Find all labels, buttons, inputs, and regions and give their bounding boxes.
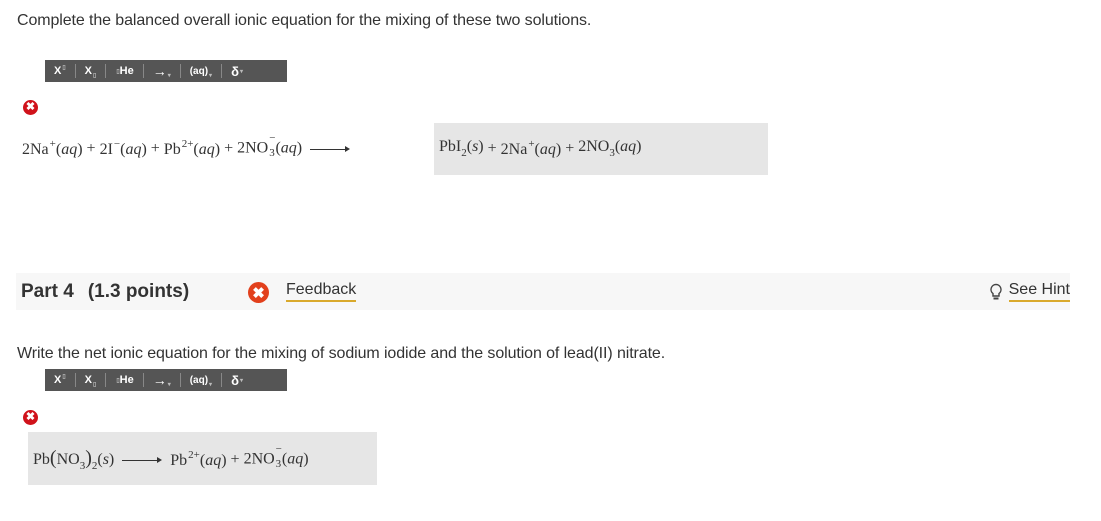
reactant-i: 2I−(aq) xyxy=(99,138,147,158)
superscript-label: X xyxy=(54,374,62,386)
dropdown-icon: ▾ xyxy=(209,381,213,388)
reactant-na: 2Na+(aq) xyxy=(22,138,83,158)
part4-prompt: Write the net ionic equation for the mix… xyxy=(17,345,666,362)
reaction-arrow-icon xyxy=(310,144,351,154)
element-button[interactable]: ▯ He xyxy=(106,369,142,391)
plus-sign: + xyxy=(86,139,96,157)
element-label: He xyxy=(119,374,134,386)
superscript-label: X xyxy=(54,65,62,77)
reactant-pbno32: Pb(NO3)2(s) xyxy=(33,447,115,472)
state-label: (aq) xyxy=(189,65,209,77)
plus-sign: + xyxy=(487,139,497,157)
product-no3: 2NO3(aq) xyxy=(578,138,642,159)
reactant-pb: Pb2+(aq) xyxy=(163,138,221,158)
part3-chem-toolbar: X ▯ X ▯ ▯ He → ▾ (aq) ▾ δ ▾ xyxy=(45,60,287,82)
subscript-label: X xyxy=(84,374,92,386)
part3-reactants: 2Na+(aq) + 2I−(aq) + Pb2+(aq) + 2NO −3 (aq… xyxy=(22,131,358,159)
element-button[interactable]: ▯ He xyxy=(106,60,142,82)
arrow-button[interactable]: → ▾ xyxy=(144,369,180,391)
subscript-button[interactable]: X ▯ xyxy=(76,369,106,391)
dropdown-icon: ▾ xyxy=(239,377,243,384)
part3-prompt: Complete the balanced overall ionic equa… xyxy=(17,12,592,29)
superscript-marker-icon: ▯ xyxy=(62,64,66,71)
superscript-button[interactable]: X ▯ xyxy=(45,369,75,391)
subscript-marker-icon: ▯ xyxy=(93,72,97,79)
dropdown-icon: ▾ xyxy=(209,72,213,79)
superscript-button[interactable]: X ▯ xyxy=(45,60,75,82)
dropdown-icon: ▾ xyxy=(239,68,243,75)
arrow-label: → xyxy=(152,63,167,79)
delta-button[interactable]: δ ▾ xyxy=(222,369,252,391)
subscript-label: X xyxy=(84,65,92,77)
lightbulb-icon xyxy=(989,283,1002,299)
part3-products: PbI2(s) + 2Na+(aq) + 2NO3(aq) xyxy=(439,138,641,159)
incorrect-icon: ✖ xyxy=(23,100,38,115)
state-button[interactable]: (aq) ▾ xyxy=(181,60,221,82)
product-no3: 2NO −3 (aq) xyxy=(243,442,309,470)
plus-sign: + xyxy=(230,450,240,468)
feedback-link[interactable]: Feedback xyxy=(286,281,357,302)
subscript-button[interactable]: X ▯ xyxy=(76,60,106,82)
delta-button[interactable]: δ ▾ xyxy=(222,60,252,82)
arrow-button[interactable]: → ▾ xyxy=(144,60,180,82)
arrow-label: → xyxy=(152,372,167,388)
delta-label: δ xyxy=(231,63,239,79)
plus-sign: + xyxy=(150,139,160,157)
state-label: (aq) xyxy=(189,374,209,386)
part4-answer-field[interactable]: Pb(NO3)2(s) Pb2+(aq) + 2NO −3 (aq) xyxy=(28,432,377,485)
part4-header: Part 4 (1.3 points) ✖ Feedback See Hint xyxy=(16,273,1070,310)
subscript-marker-icon: ▯ xyxy=(93,381,97,388)
part4-chem-toolbar: X ▯ X ▯ ▯ He → ▾ (aq) ▾ δ ▾ xyxy=(45,369,287,391)
delta-label: δ xyxy=(231,372,239,388)
reactant-no3: 2NO −3 (aq) xyxy=(237,131,303,159)
dropdown-icon: ▾ xyxy=(167,72,171,79)
part4-equation: Pb(NO3)2(s) Pb2+(aq) + 2NO −3 (aq) xyxy=(33,442,309,472)
see-hint-link[interactable]: See Hint xyxy=(989,281,1070,302)
part3-answer-field[interactable]: PbI2(s) + 2Na+(aq) + 2NO3(aq) xyxy=(434,123,768,175)
plus-sign: + xyxy=(224,139,234,157)
feedback-error-icon: ✖ xyxy=(248,282,269,303)
product-pb: Pb2+(aq) xyxy=(170,449,227,469)
part4-title: Part 4 (1.3 points) xyxy=(21,281,190,302)
product-pbi2: PbI2(s) xyxy=(439,138,484,159)
element-label: He xyxy=(119,65,134,77)
plus-sign: + xyxy=(565,139,575,157)
state-button[interactable]: (aq) ▾ xyxy=(181,369,221,391)
part4-points: (1.3 points) xyxy=(87,281,190,302)
incorrect-icon: ✖ xyxy=(23,410,38,425)
product-na: 2Na+(aq) xyxy=(500,138,562,158)
superscript-marker-icon: ▯ xyxy=(62,373,66,380)
see-hint-label: See Hint xyxy=(1008,281,1070,302)
reaction-arrow-icon xyxy=(122,455,163,465)
dropdown-icon: ▾ xyxy=(167,381,171,388)
